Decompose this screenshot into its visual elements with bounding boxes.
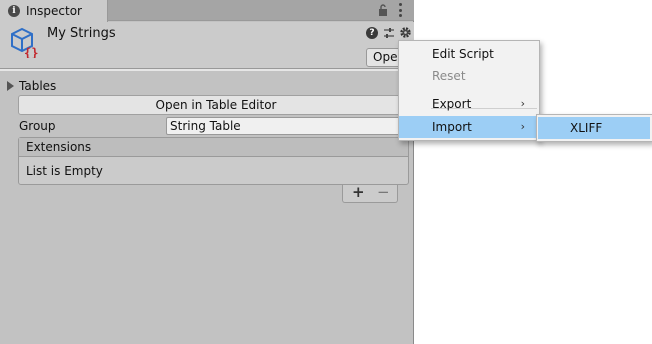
gear-icon[interactable]	[399, 26, 412, 39]
menu-item-reset: Reset	[399, 65, 539, 87]
asset-name: My Strings	[47, 26, 116, 41]
tab-bar: i Inspector	[0, 0, 414, 22]
menu-item-export[interactable]: Export ›	[399, 93, 539, 115]
inspector-header: {} My Strings ? Open	[0, 22, 414, 68]
inspector-panel: i Inspector {} My Strings ? Open Tables …	[0, 0, 414, 344]
menu-item-edit-script[interactable]: Edit Script	[399, 43, 539, 65]
chevron-right-icon: ›	[520, 120, 525, 133]
tab-inspector-label: Inspector	[26, 4, 82, 18]
list-empty-text: List is Empty	[26, 164, 103, 178]
info-icon: i	[8, 5, 20, 17]
menu-item-label: Import	[432, 120, 472, 134]
presets-icon[interactable]	[383, 27, 395, 39]
menu-item-label: Reset	[432, 69, 466, 83]
context-menu: Edit Script Reset Export › Import ›	[398, 40, 540, 141]
submenu-item-xliff[interactable]: XLIFF	[538, 117, 650, 139]
foldout-arrow-icon	[7, 81, 14, 91]
header-divider	[0, 68, 414, 71]
tab-inspector[interactable]: i Inspector	[0, 0, 108, 22]
list-footer: + −	[342, 183, 398, 203]
kebab-menu-icon[interactable]	[398, 3, 402, 17]
tables-label: Tables	[19, 79, 57, 93]
help-icon[interactable]: ?	[366, 27, 378, 39]
menu-item-label: Export	[432, 97, 472, 111]
localization-table-icon: {}	[11, 27, 38, 58]
open-in-table-editor-button[interactable]: Open in Table Editor	[18, 95, 414, 115]
menu-item-import[interactable]: Import ›	[399, 116, 539, 138]
extensions-list: Extensions List is Empty	[18, 137, 409, 185]
tables-foldout[interactable]: Tables	[0, 78, 56, 94]
add-button[interactable]: +	[352, 183, 365, 201]
svg-text:{}: {}	[24, 46, 38, 58]
menu-item-label: Edit Script	[432, 47, 494, 61]
screen: i Inspector {} My Strings ? Open Tables …	[0, 0, 652, 344]
chevron-right-icon: ›	[520, 97, 525, 110]
group-label: Group	[19, 119, 56, 133]
extensions-header: Extensions	[19, 138, 408, 157]
import-submenu: XLIFF	[536, 114, 652, 142]
remove-button[interactable]: −	[377, 183, 390, 201]
lock-icon[interactable]	[378, 4, 388, 16]
group-field[interactable]: String Table	[166, 117, 414, 135]
